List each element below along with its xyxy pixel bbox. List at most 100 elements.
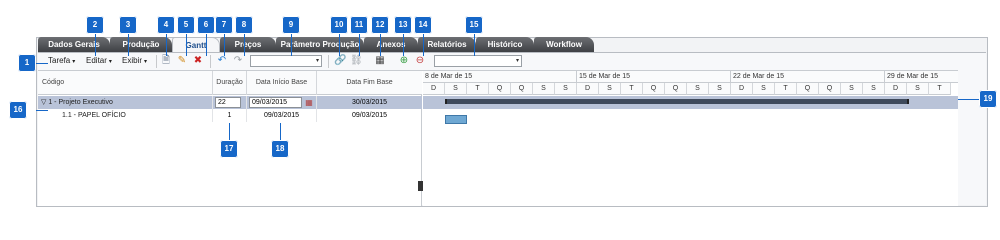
menu-editar[interactable]: Editar ▾	[86, 56, 112, 65]
timeline-row	[423, 109, 958, 124]
day-header-cell: S	[533, 83, 555, 95]
callout-badge: 4	[157, 16, 175, 34]
column-header-code[interactable]: Código	[38, 71, 213, 95]
tab-anexos[interactable]: Anexos	[364, 37, 418, 52]
callout-badge: 11	[350, 16, 368, 34]
expand-toggle-icon[interactable]: ▽	[41, 99, 46, 106]
table-row[interactable]: 1.1 - PAPEL OFÍCIO 1 09/03/2015 09/03/20…	[38, 109, 422, 122]
toolbar-select-2[interactable]: ▾	[434, 55, 522, 67]
callout-leader	[128, 34, 129, 56]
task-table: Código Duração Data Início Base Data Fim…	[38, 71, 423, 206]
day-header-cell: T	[467, 83, 489, 95]
tab-workflow[interactable]: Workflow	[534, 37, 594, 52]
day-header-cell: D	[885, 83, 907, 95]
callout-leader	[206, 34, 207, 56]
day-header-cell: S	[687, 83, 709, 95]
tab-historico[interactable]: Histórico	[476, 37, 534, 52]
callout-leader	[229, 123, 230, 141]
link-icon[interactable]: 🔗	[334, 55, 346, 67]
new-task-icon[interactable]: 🗎	[160, 55, 172, 67]
unlink-icon[interactable]: ⛓	[350, 55, 363, 67]
task-bar[interactable]	[445, 115, 467, 124]
callout-badge: 13	[394, 16, 412, 34]
table-icon[interactable]: ▦	[374, 55, 386, 67]
column-header-start[interactable]: Data Início Base	[247, 71, 317, 95]
day-header-cell: D	[423, 83, 445, 95]
week-header: 29 de Mar de 15	[885, 71, 958, 83]
start-date-cell: 09/03/2015	[247, 109, 317, 122]
chevron-down-icon: ▾	[108, 59, 112, 65]
column-header-end[interactable]: Data Fim Base	[317, 71, 422, 95]
toolbar-separator	[328, 55, 329, 68]
duration-cell: 22	[213, 96, 247, 109]
zoom-in-icon[interactable]: ⊕	[398, 55, 410, 67]
callout-leader	[380, 34, 381, 56]
menu-editar-label: Editar	[86, 56, 107, 65]
callout-badge: 8	[235, 16, 253, 34]
day-header-cell: S	[907, 83, 929, 95]
chevron-down-icon: ▾	[315, 58, 319, 64]
toolbar-select-1[interactable]: ▾	[250, 55, 322, 67]
calendar-icon[interactable]: ▦	[304, 97, 314, 108]
day-header-cell: T	[775, 83, 797, 95]
callout-badge: 2	[86, 16, 104, 34]
tab-parametro-producao[interactable]: Parâmetro Produção	[276, 37, 364, 52]
end-date-cell: 09/03/2015	[351, 112, 388, 119]
callout-badge: 1	[18, 54, 36, 72]
day-header-cell: S	[709, 83, 731, 95]
menu-exibir[interactable]: Exibir ▾	[122, 56, 147, 65]
toolbar-separator	[210, 55, 211, 68]
duration-cell: 1	[213, 109, 247, 122]
callout-leader	[280, 123, 281, 141]
redo-icon[interactable]: ↷	[232, 55, 244, 67]
day-header-cell: Q	[819, 83, 841, 95]
menu-tarefa[interactable]: Tarefa ▾	[48, 56, 75, 65]
zoom-out-icon[interactable]: ⊖	[414, 55, 426, 67]
delete-icon[interactable]: ✖	[192, 55, 204, 67]
callout-badge: 18	[271, 140, 289, 158]
tab-strip: Dados Gerais Produção Gantt Preços Parâm…	[38, 37, 998, 53]
callout-leader	[36, 110, 48, 111]
callout-leader	[244, 34, 245, 56]
day-header-cell: S	[753, 83, 775, 95]
summary-task-bar[interactable]	[445, 99, 909, 104]
table-row[interactable]: ▽ 1 - Projeto Executivo 22 09/03/2015 ▦ …	[38, 96, 422, 109]
week-header: 15 de Mar de 15	[577, 71, 731, 83]
edit-pencil-icon[interactable]: ✎	[176, 55, 188, 67]
callout-leader	[474, 34, 475, 56]
callout-leader	[359, 34, 360, 56]
callout-badge: 6	[197, 16, 215, 34]
tab-producao[interactable]: Produção	[110, 37, 172, 52]
toolbar-separator	[156, 55, 157, 68]
callout-badge: 16	[9, 101, 27, 119]
day-header-cell: Q	[489, 83, 511, 95]
end-date-cell: 30/03/2015	[351, 99, 388, 106]
tab-dados-gerais[interactable]: Dados Gerais	[38, 37, 110, 52]
day-header-cell: S	[555, 83, 577, 95]
week-header: 8 de Mar de 15	[423, 71, 577, 83]
timeline: 8 de Mar de 15 15 de Mar de 15 22 de Mar…	[423, 71, 958, 206]
week-header: 22 de Mar de 15	[731, 71, 885, 83]
tab-relatorios[interactable]: Relatórios	[418, 37, 476, 52]
task-code-cell: ▽ 1 - Projeto Executivo	[38, 96, 213, 109]
start-date-input[interactable]: 09/03/2015	[249, 97, 302, 108]
column-header-duration[interactable]: Duração	[213, 71, 247, 95]
undo-icon[interactable]: ↶	[216, 55, 228, 67]
tab-precos[interactable]: Preços	[220, 37, 276, 52]
duration-input[interactable]: 22	[215, 97, 241, 108]
day-header-cell: T	[621, 83, 643, 95]
tab-gantt[interactable]: Gantt	[172, 37, 220, 53]
callout-badge: 5	[177, 16, 195, 34]
callout-leader	[224, 34, 225, 56]
day-header-cell: Q	[797, 83, 819, 95]
callout-badge: 19	[979, 90, 997, 108]
day-header-cell: S	[599, 83, 621, 95]
callout-leader	[403, 34, 404, 56]
start-date-cell: 09/03/2015 ▦	[247, 96, 317, 109]
menu-tarefa-label: Tarefa	[48, 56, 71, 65]
day-header-cell: S	[863, 83, 885, 95]
day-header-cell: D	[577, 83, 599, 95]
callout-leader	[423, 34, 424, 56]
day-header-cell: S	[445, 83, 467, 95]
day-header-cell: Q	[511, 83, 533, 95]
